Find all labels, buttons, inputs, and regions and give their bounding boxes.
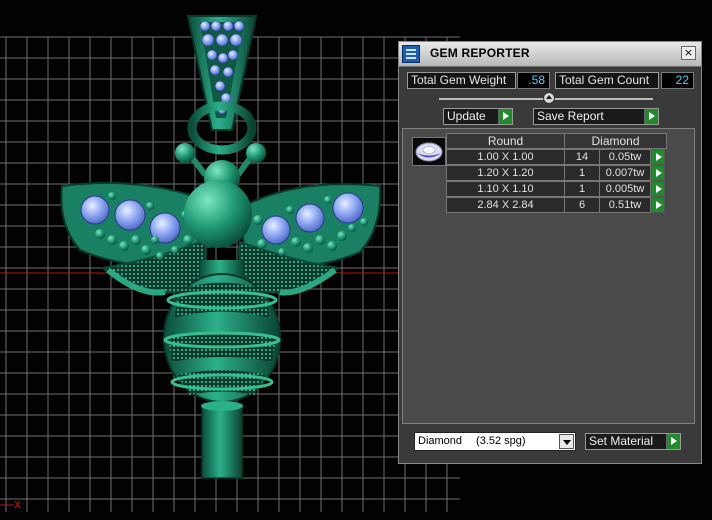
update-button[interactable]: Update: [443, 108, 513, 125]
save-report-button[interactable]: Save Report: [533, 108, 659, 125]
row-count: 1: [564, 165, 600, 181]
close-button[interactable]: ×: [681, 46, 696, 60]
total-gem-count-label: Total Gem Count: [555, 72, 659, 89]
total-gem-count-value: 22: [661, 72, 694, 89]
gem-reporter-window[interactable]: GEM REPORTER × Total Gem Weight .58 Tota…: [398, 41, 702, 464]
row-go-icon[interactable]: [651, 149, 665, 165]
save-report-go-icon[interactable]: [644, 109, 658, 124]
material-dropdown[interactable]: Diamond (3.52 spg): [414, 432, 576, 451]
update-go-icon[interactable]: [498, 109, 512, 124]
set-material-button-label: Set Material: [589, 434, 654, 448]
gem-reporter-app-icon: [402, 45, 420, 63]
update-button-label: Update: [447, 109, 486, 123]
row-size: 1.10 X 1.10: [446, 181, 565, 197]
total-gem-weight-value: .58: [517, 72, 550, 89]
x-axis-label: x: [14, 497, 22, 511]
row-count: 14: [564, 149, 600, 165]
window-title: GEM REPORTER: [430, 46, 530, 60]
row-weight: 0.007tw: [599, 165, 651, 181]
row-weight: 0.005tw: [599, 181, 651, 197]
row-weight: 0.51tw: [599, 197, 651, 213]
row-go-icon[interactable]: [651, 181, 665, 197]
row-count: 6: [564, 197, 600, 213]
chevron-down-icon[interactable]: [559, 434, 574, 449]
row-weight: 0.05tw: [599, 149, 651, 165]
row-go-icon[interactable]: [651, 197, 665, 213]
row-size: 2.84 X 2.84: [446, 197, 565, 213]
round-gem-icon[interactable]: [412, 137, 446, 166]
row-count: 1: [564, 181, 600, 197]
title-bar[interactable]: GEM REPORTER ×: [399, 42, 701, 67]
material-density: (3.52 spg): [476, 435, 526, 447]
row-size: 1.20 X 1.20: [446, 165, 565, 181]
set-material-go-icon[interactable]: [666, 434, 680, 449]
report-slider-thumb[interactable]: [543, 92, 555, 104]
row-size: 1.00 X 1.00: [446, 149, 565, 165]
header-material: Diamond: [564, 133, 667, 149]
set-material-button[interactable]: Set Material: [585, 433, 681, 450]
header-shape: Round: [446, 133, 565, 149]
save-report-button-label: Save Report: [537, 109, 604, 123]
row-go-icon[interactable]: [651, 165, 665, 181]
gem-table-panel: Round Diamond 1.00 X 1.00 14 0.05tw 1.20…: [402, 128, 695, 424]
total-gem-weight-label: Total Gem Weight: [407, 72, 516, 89]
material-name: Diamond: [418, 435, 463, 447]
